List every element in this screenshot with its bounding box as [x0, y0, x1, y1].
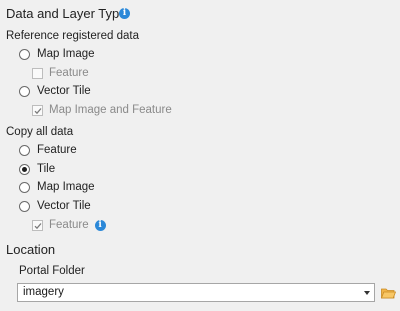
portal-folder-label: Portal Folder — [19, 265, 85, 277]
info-icon[interactable]: i — [119, 8, 130, 19]
reference-group-label: Reference registered data — [6, 30, 139, 42]
info-icon[interactable]: i — [94, 219, 106, 231]
option-label: Tile — [37, 163, 56, 175]
checkbox[interactable] — [32, 67, 43, 79]
radio-button-selected[interactable] — [19, 163, 30, 175]
portal-folder-select[interactable]: imagery — [17, 283, 375, 302]
folder-icon[interactable] — [380, 286, 397, 304]
copy-group-label: Copy all data — [6, 126, 74, 138]
radio-button[interactable] — [19, 200, 30, 212]
checkbox[interactable] — [32, 104, 43, 116]
option-label: Feature — [37, 144, 77, 156]
option-label: Vector Tile — [37, 200, 91, 212]
radio-button[interactable] — [19, 181, 30, 193]
checkbox-copy-feature[interactable]: Feature i — [32, 219, 106, 231]
radio-button[interactable] — [19, 144, 30, 156]
checkmark-icon — [34, 107, 42, 114]
checkbox[interactable] — [32, 219, 43, 231]
checkbox-reference-feature[interactable]: Feature — [32, 67, 89, 79]
radio-reference-map-image[interactable]: Map Image — [19, 48, 95, 60]
radio-copy-map-image[interactable]: Map Image — [19, 181, 95, 193]
radio-copy-vector-tile[interactable]: Vector Tile — [19, 200, 91, 212]
section-title-location: Location — [6, 242, 56, 257]
radio-reference-vector-tile[interactable]: Vector Tile — [19, 85, 91, 97]
radio-copy-tile[interactable]: Tile — [19, 163, 55, 175]
chevron-down-icon[interactable] — [364, 291, 370, 295]
portal-folder-value: imagery — [23, 286, 64, 298]
option-label: Map Image — [37, 48, 95, 60]
checkmark-icon — [34, 222, 42, 229]
radio-button[interactable] — [19, 85, 30, 97]
option-label: Feature — [49, 219, 89, 231]
radio-button[interactable] — [19, 48, 30, 60]
option-label: Vector Tile — [37, 85, 91, 97]
radio-copy-feature[interactable]: Feature — [19, 144, 77, 156]
section-title-data-layer-type: Data and Layer Type — [6, 6, 126, 21]
option-label: Map Image — [37, 181, 95, 193]
option-label: Feature — [49, 67, 89, 79]
checkbox-reference-map-image-feature[interactable]: Map Image and Feature — [32, 104, 172, 116]
option-label: Map Image and Feature — [49, 104, 172, 116]
section-title-text: Data and Layer Type — [6, 6, 127, 21]
